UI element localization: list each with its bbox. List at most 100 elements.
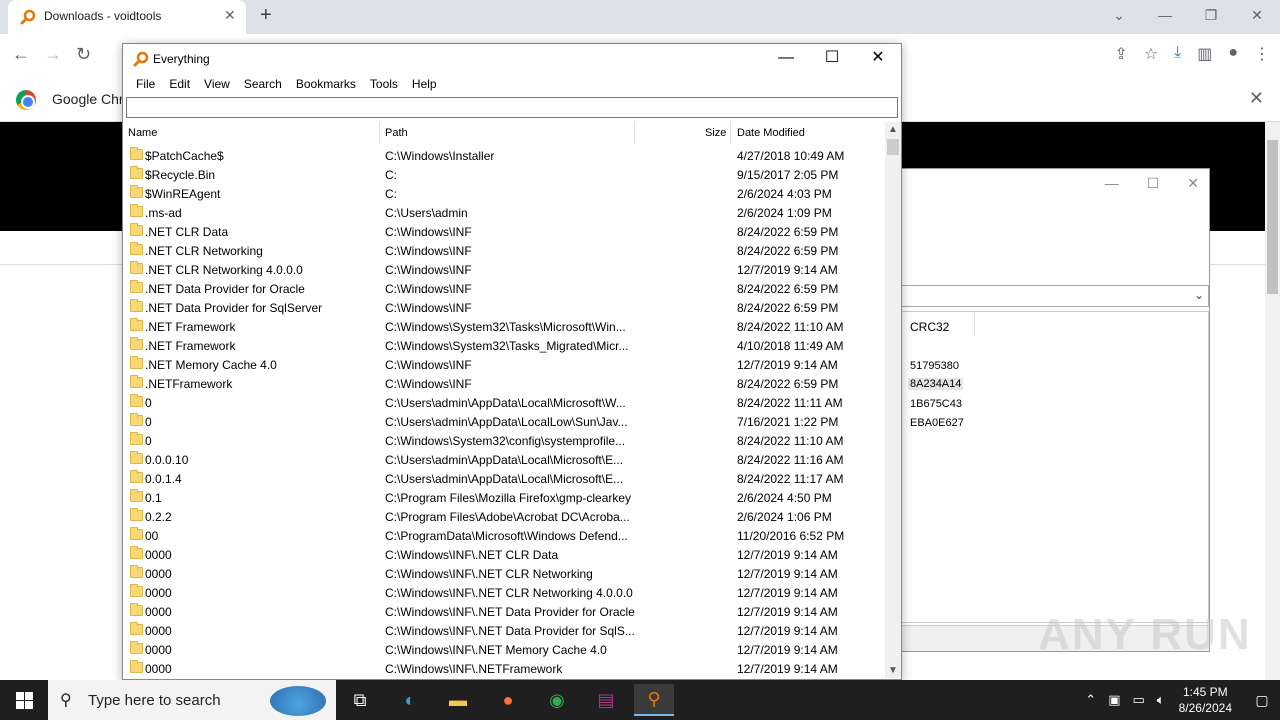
maximize-icon[interactable]: ☐: [809, 44, 855, 74]
start-button[interactable]: [0, 680, 48, 720]
table-row[interactable]: 0000 C:\Windows\INF\.NET Data Provider fo…: [123, 602, 885, 621]
task-view-icon[interactable]: ⧉: [340, 684, 380, 716]
table-row[interactable]: .NET Data Provider for SqlServer C:\Windo…: [123, 298, 885, 317]
taskbar-clock[interactable]: 1:45 PM 8/26/2024: [1179, 684, 1232, 716]
browser-close-icon[interactable]: ✕: [1234, 0, 1280, 34]
new-tab-button[interactable]: +: [260, 4, 272, 27]
table-row[interactable]: 00 C:\ProgramData\Microsoft\Windows Defen…: [123, 526, 885, 545]
menu-file[interactable]: File: [129, 74, 162, 94]
browser-tab[interactable]: Downloads - voidtools ✕: [8, 0, 246, 34]
share-icon[interactable]: ⇪: [1114, 44, 1127, 64]
bg-minimize-icon[interactable]: —: [1105, 175, 1119, 192]
table-row[interactable]: $WinREAgent C: 2/6/2024 4:03 PM: [123, 184, 885, 203]
bg-maximize-icon[interactable]: ☐: [1147, 175, 1160, 192]
file-explorer-icon[interactable]: ▬: [438, 684, 478, 716]
table-row[interactable]: .NET Data Provider for Oracle C:\Windows\…: [123, 279, 885, 298]
table-row[interactable]: .NET CLR Networking C:\Windows\INF 8/24/20…: [123, 241, 885, 260]
scroll-up-arrow-icon[interactable]: ▲: [888, 124, 898, 135]
firefox-icon[interactable]: ●: [488, 684, 528, 716]
table-row[interactable]: .NETFramework C:\Windows\INF 8/24/2022 6:5…: [123, 374, 885, 393]
tray-chevron-up-icon[interactable]: ⌃: [1085, 692, 1096, 708]
back-arrow-icon[interactable]: ←: [12, 44, 30, 65]
table-row[interactable]: .ms-ad C:\Users\admin 2/6/2024 1:09 PM: [123, 203, 885, 222]
infobar-close-icon[interactable]: ✕: [1249, 88, 1264, 109]
scroll-down-arrow-icon[interactable]: ▼: [888, 665, 898, 676]
row-name: 0000: [145, 624, 172, 638]
tray-device-icon[interactable]: ▣: [1108, 692, 1120, 708]
windows-logo-pane: [16, 701, 24, 709]
column-header-name[interactable]: Name: [128, 127, 157, 139]
download-icon[interactable]: ⤓: [1174, 44, 1181, 64]
results-list[interactable]: Name Path Size Date Modified $PatchCache…: [123, 122, 901, 678]
table-row[interactable]: 0000 C:\Windows\INF\.NET CLR Networking 12…: [123, 564, 885, 583]
table-row[interactable]: 0.1 C:\Program Files\Mozilla Firefox\gmp-…: [123, 488, 885, 507]
menu-search[interactable]: Search: [237, 74, 289, 94]
column-header-path[interactable]: Path: [385, 127, 408, 139]
table-row[interactable]: .NET CLR Data C:\Windows\INF 8/24/2022 6:5…: [123, 222, 885, 241]
table-row[interactable]: $PatchCache$ C:\Windows\Installer 4/27/201…: [123, 146, 885, 165]
search-input[interactable]: [126, 97, 898, 118]
profile-avatar-icon[interactable]: ●: [1228, 44, 1238, 64]
page-scrollbar[interactable]: [1265, 122, 1280, 680]
menu-view[interactable]: View: [197, 74, 237, 94]
taskbar-search-box[interactable]: ⚲ Type here to search: [48, 680, 336, 720]
bg-combobox[interactable]: ⌄: [901, 285, 1209, 307]
table-row[interactable]: .NET Memory Cache 4.0 C:\Windows\INF 12/7/…: [123, 355, 885, 374]
chrome-taskbar-icon[interactable]: ◉: [537, 684, 577, 716]
notification-icon[interactable]: ▢: [1244, 692, 1280, 709]
crc-value[interactable]: 51795380: [910, 360, 959, 372]
menu-tools[interactable]: Tools: [363, 74, 405, 94]
minimize-icon[interactable]: —: [763, 44, 809, 74]
table-row[interactable]: 0 C:\Users\admin\AppData\Local\Microsoft\…: [123, 393, 885, 412]
column-divider[interactable]: [379, 122, 380, 144]
table-row[interactable]: $Recycle.Bin C: 9/15/2017 2:05 PM: [123, 165, 885, 184]
table-row[interactable]: 0000 C:\Windows\INF\.NET Data Provider fo…: [123, 621, 885, 640]
bg-close-icon[interactable]: ✕: [1187, 175, 1199, 192]
column-divider[interactable]: [634, 122, 635, 144]
scroll-thumb[interactable]: [887, 139, 899, 155]
folder-icon: [130, 527, 143, 540]
everything-titlebar[interactable]: Everything — ☐ ✕: [123, 44, 901, 74]
table-row[interactable]: 0 C:\Windows\System32\config\systemprofil…: [123, 431, 885, 450]
crc-value-selected[interactable]: 8A234A14: [908, 378, 964, 390]
menu-help[interactable]: Help: [405, 74, 444, 94]
page-scroll-thumb[interactable]: [1267, 140, 1278, 294]
table-row[interactable]: .NET CLR Networking 4.0.0.0 C:\Windows\IN…: [123, 260, 885, 279]
column-header-size[interactable]: Size: [705, 127, 726, 139]
crc-value[interactable]: EBA0E627: [910, 417, 964, 429]
crc-value[interactable]: 1B675C43: [910, 398, 962, 410]
table-row[interactable]: 0.2.2 C:\Program Files\Adobe\Acrobat DC\A…: [123, 507, 885, 526]
winrar-icon[interactable]: ▤: [586, 684, 626, 716]
table-row[interactable]: 0.0.0.10 C:\Users\admin\AppData\Local\Mic…: [123, 450, 885, 469]
table-row[interactable]: 0000 C:\Windows\INF\.NETFramework 12/7/201…: [123, 659, 885, 678]
table-row[interactable]: .NET Framework C:\Windows\System32\Tasks\…: [123, 317, 885, 336]
forward-arrow-icon[interactable]: →: [44, 44, 62, 65]
table-row[interactable]: 0 C:\Users\admin\AppData\LocalLow\Sun\Jav…: [123, 412, 885, 431]
column-header-date-modified[interactable]: Date Modified: [737, 127, 805, 139]
bookmark-star-icon[interactable]: ☆: [1144, 44, 1158, 64]
table-row[interactable]: 0000 C:\Windows\INF\.NET Memory Cache 4.0…: [123, 640, 885, 659]
volume-icon[interactable]: 🔈︎: [1157, 692, 1165, 708]
table-row[interactable]: 0000 C:\Windows\INF\.NET CLR Data 12/7/201…: [123, 545, 885, 564]
tab-close-icon[interactable]: ✕: [224, 7, 236, 24]
everything-taskbar-icon[interactable]: ⚲: [634, 684, 674, 716]
tab-search-chevron-icon[interactable]: ⌄: [1096, 0, 1142, 34]
bg-hash-list[interactable]: CRC32 51795380 8A234A14 1B675C43 EBA0E62…: [901, 311, 1209, 623]
results-scrollbar[interactable]: ▲ ▼: [885, 122, 901, 678]
column-divider[interactable]: [730, 122, 731, 144]
crc32-column-header[interactable]: CRC32: [910, 320, 949, 334]
menu-bookmarks[interactable]: Bookmarks: [289, 74, 363, 94]
reload-icon[interactable]: ↻: [76, 44, 91, 65]
side-panel-icon[interactable]: ▥: [1197, 44, 1212, 64]
close-icon[interactable]: ✕: [855, 44, 901, 74]
kebab-menu-icon[interactable]: ⋮: [1254, 44, 1270, 64]
network-icon[interactable]: ▭: [1133, 692, 1145, 708]
table-row[interactable]: 0000 C:\Windows\INF\.NET CLR Networking 4…: [123, 583, 885, 602]
table-row[interactable]: 0.0.1.4 C:\Users\admin\AppData\Local\Micr…: [123, 469, 885, 488]
menu-edit[interactable]: Edit: [162, 74, 197, 94]
browser-minimize-icon[interactable]: —: [1142, 0, 1188, 34]
table-row[interactable]: .NET Framework C:\Windows\System32\Tasks_…: [123, 336, 885, 355]
edge-icon[interactable]: ◐: [390, 684, 430, 716]
browser-restore-icon[interactable]: ❐: [1188, 0, 1234, 34]
folder-icon: [130, 166, 143, 179]
